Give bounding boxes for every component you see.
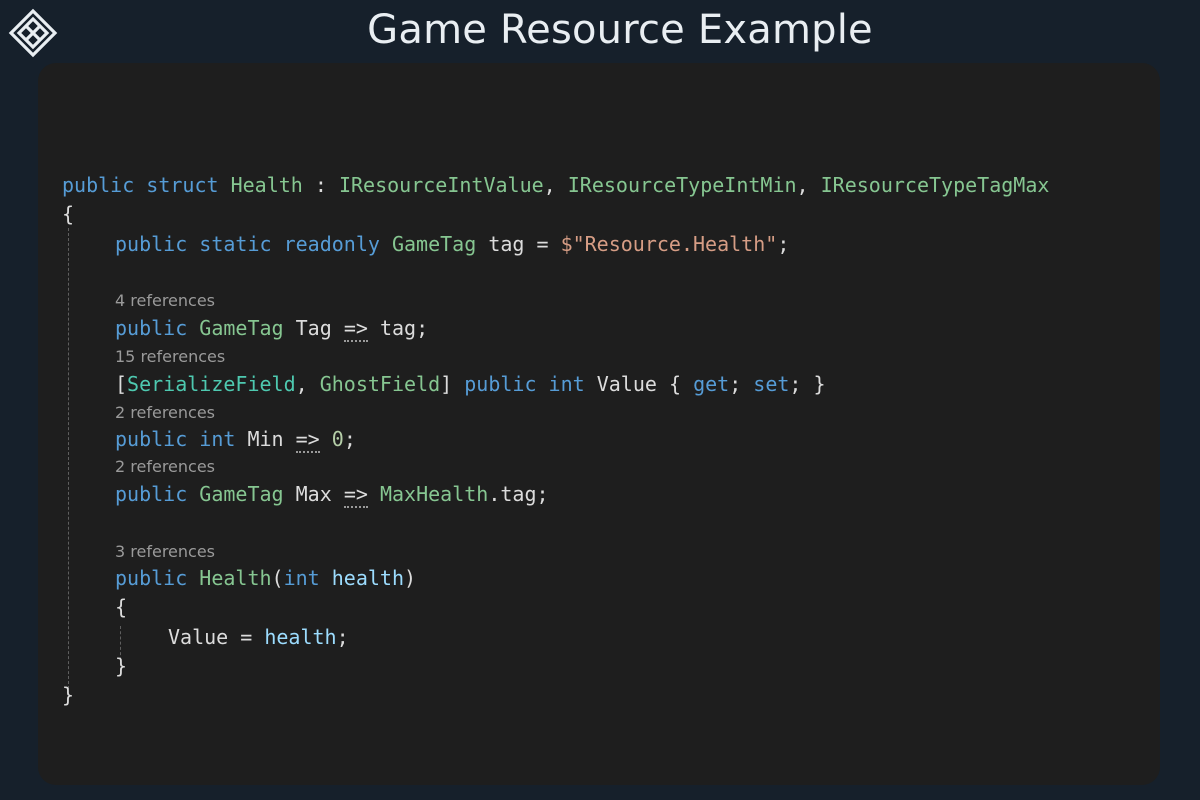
arrow-operator-token: => bbox=[295, 427, 320, 453]
brace-token: { bbox=[62, 202, 75, 226]
code-line-constructor: public Health(int health) bbox=[115, 563, 416, 593]
punctuation-token: ) bbox=[404, 566, 417, 590]
codelens-references[interactable]: 4 references bbox=[115, 291, 215, 311]
identifier-token: Value bbox=[168, 625, 229, 649]
identifier-token: Max bbox=[295, 482, 332, 506]
punctuation-token: , bbox=[295, 372, 320, 396]
code-line-open-brace: { bbox=[62, 199, 74, 229]
punctuation-token: ] bbox=[440, 372, 453, 396]
identifier-token: Value bbox=[596, 372, 657, 396]
brace-token: } bbox=[813, 372, 826, 396]
code-line-struct-declaration: public struct Health : IResourceIntValue… bbox=[62, 170, 1049, 200]
keyword-token: get bbox=[693, 372, 730, 396]
keyword-token: int bbox=[548, 372, 585, 396]
keyword-token: readonly bbox=[283, 232, 380, 256]
constructor-name-token: Health bbox=[199, 566, 272, 590]
type-token: MaxHealth bbox=[379, 482, 489, 506]
parameter-token: health bbox=[264, 625, 337, 649]
keyword-token: int bbox=[283, 566, 320, 590]
keyword-token: static bbox=[199, 232, 272, 256]
code-editor: public struct Health : IResourceIntValue… bbox=[38, 63, 1160, 785]
identifier-token: Tag bbox=[295, 316, 332, 340]
keyword-token: public bbox=[115, 566, 188, 590]
parameter-token: health bbox=[331, 566, 405, 590]
codelens-references[interactable]: 3 references bbox=[115, 542, 215, 562]
indent-guide-outer bbox=[68, 228, 69, 689]
punctuation-token: : bbox=[302, 173, 339, 197]
keyword-token: public bbox=[115, 482, 188, 506]
punctuation-token: ; bbox=[343, 427, 356, 451]
number-token: 0 bbox=[331, 427, 344, 451]
slide-title: Game Resource Example bbox=[367, 7, 873, 53]
punctuation-token: ; bbox=[416, 316, 429, 340]
brace-token: { bbox=[115, 595, 128, 619]
keyword-token: public bbox=[115, 427, 188, 451]
interface-token: IResourceTypeTagMax bbox=[820, 173, 1050, 197]
keyword-token: public bbox=[115, 316, 188, 340]
type-token: GameTag bbox=[391, 232, 477, 256]
code-line-value-property: [SerializeField, GhostField] public int … bbox=[115, 369, 826, 399]
attribute-token: GhostField bbox=[319, 372, 441, 396]
brace-token: } bbox=[115, 654, 128, 678]
punctuation-token: ( bbox=[271, 566, 284, 590]
identifier-token: .tag bbox=[488, 482, 537, 506]
interface-token: IResourceTypeIntMin bbox=[567, 173, 797, 197]
punctuation-token: ; bbox=[336, 625, 349, 649]
code-line-min-property: public int Min => 0; bbox=[115, 424, 356, 454]
keyword-token: public bbox=[62, 173, 135, 197]
code-line-ctor-close-brace: } bbox=[115, 651, 127, 681]
type-token: GameTag bbox=[199, 316, 284, 340]
arrow-operator-token: => bbox=[343, 482, 368, 508]
keyword-token: public bbox=[464, 372, 537, 396]
punctuation-token: ; bbox=[729, 372, 742, 396]
punctuation-token: ; bbox=[536, 482, 549, 506]
keyword-token: int bbox=[199, 427, 236, 451]
code-line-close-brace: } bbox=[62, 680, 74, 710]
brace-token: } bbox=[62, 683, 75, 707]
code-line-max-property: public GameTag Max => MaxHealth.tag; bbox=[115, 479, 549, 509]
keyword-token: set bbox=[753, 372, 790, 396]
struct-name-token: Health bbox=[230, 173, 303, 197]
codelens-references[interactable]: 2 references bbox=[115, 457, 215, 477]
punctuation-token: ; bbox=[777, 232, 790, 256]
punctuation-token: , bbox=[796, 173, 821, 197]
attribute-token: SerializeField bbox=[127, 372, 296, 396]
arrow-operator-token: => bbox=[343, 316, 368, 342]
code-line-assignment: Value = health; bbox=[168, 622, 349, 652]
punctuation-token: , bbox=[543, 173, 568, 197]
operator-token: = bbox=[524, 232, 561, 256]
identifier-token: tag bbox=[379, 316, 417, 340]
string-token: $"Resource.Health" bbox=[560, 232, 778, 256]
type-token: GameTag bbox=[199, 482, 284, 506]
identifier-token: tag bbox=[488, 232, 525, 256]
keyword-token: struct bbox=[146, 173, 219, 197]
interface-token: IResourceIntValue bbox=[338, 173, 544, 197]
keyword-token: public bbox=[115, 232, 188, 256]
codelens-references[interactable]: 2 references bbox=[115, 403, 215, 423]
punctuation-token: [ bbox=[115, 372, 128, 396]
code-line-tag-property: public GameTag Tag => tag; bbox=[115, 313, 428, 343]
identifier-token: Min bbox=[247, 427, 284, 451]
brace-token: { bbox=[668, 372, 682, 396]
codelens-references[interactable]: 15 references bbox=[115, 347, 225, 367]
operator-token: = bbox=[228, 625, 265, 649]
code-line-tag-field: public static readonly GameTag tag = $"R… bbox=[115, 229, 789, 259]
code-line-ctor-open-brace: { bbox=[115, 592, 127, 622]
punctuation-token: ; bbox=[789, 372, 802, 396]
